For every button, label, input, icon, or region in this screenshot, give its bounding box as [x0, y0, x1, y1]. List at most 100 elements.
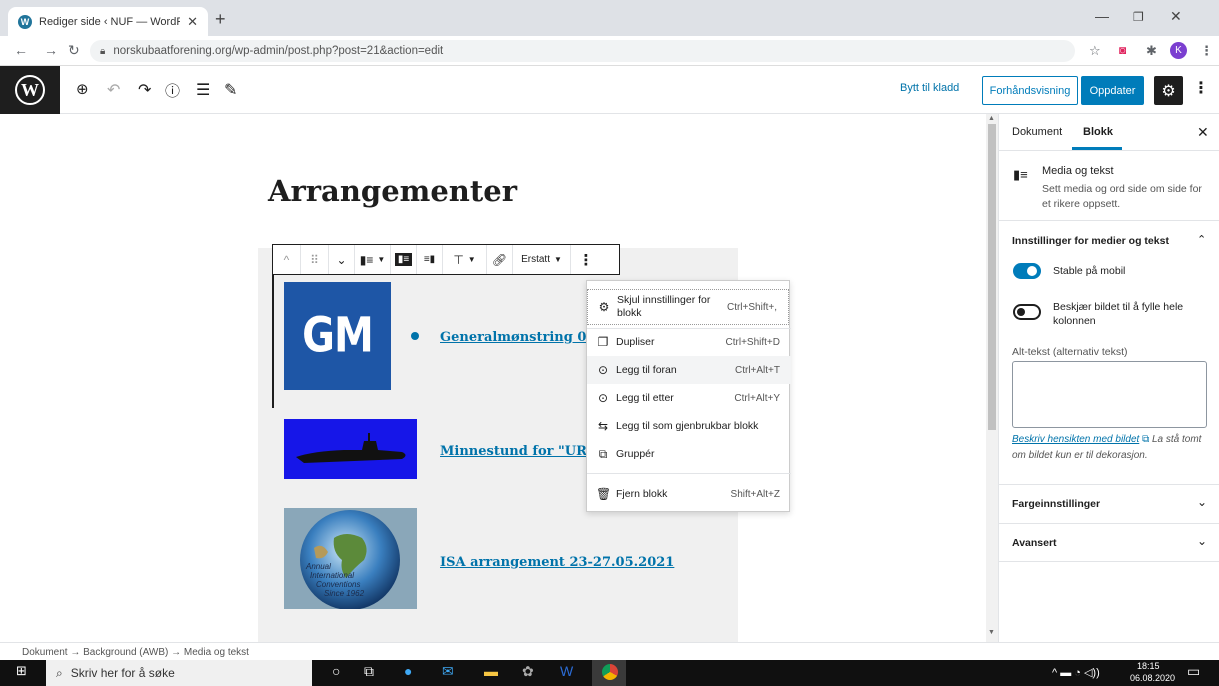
move-up-icon[interactable]: ^: [273, 245, 301, 274]
block-description: Sett media og ord side om side for et ri…: [1042, 183, 1202, 210]
menu-item-label: Dupliser: [616, 336, 655, 348]
reload-icon[interactable]: ↻: [68, 42, 80, 59]
block-type-switcher[interactable]: ▮≡ ▼: [355, 245, 391, 274]
word-icon[interactable]: W: [560, 663, 573, 679]
toggle-knob: [1017, 308, 1025, 316]
switch-to-draft-button[interactable]: Bytt til kladd: [900, 82, 959, 94]
file-explorer-icon[interactable]: ▬: [484, 663, 498, 679]
globe-caption: Annual International Conventions Since 1…: [306, 562, 364, 598]
menu-item-group[interactable]: ⧉ Gruppér: [587, 440, 791, 468]
menu-item-label: Skjul innstillinger for blokk: [617, 294, 711, 319]
replace-button[interactable]: Erstatt ▼: [513, 245, 571, 274]
editor-scrollbar-thumb[interactable]: [988, 124, 996, 430]
insert-after-icon: ⊙: [597, 391, 609, 405]
duplicate-icon: ❐: [597, 335, 609, 349]
panel-media-settings-title[interactable]: Innstillinger for medier og tekst: [1012, 235, 1169, 247]
menu-item-duplicate[interactable]: ❐ Dupliser Ctrl+Shift+D: [587, 328, 791, 356]
vertical-align-button[interactable]: ⊤ ▼: [443, 245, 487, 274]
update-button[interactable]: Oppdater: [1081, 76, 1144, 105]
forward-icon[interactable]: →: [44, 42, 58, 58]
taskbar-search-input[interactable]: ⌕ Skriv her for å søke: [46, 660, 312, 686]
globe-image[interactable]: Annual International Conventions Since 1…: [284, 508, 417, 609]
edge-icon[interactable]: ●: [404, 663, 412, 679]
outline-icon[interactable]: ☰: [196, 80, 210, 100]
mail-icon[interactable]: ✉: [442, 663, 454, 680]
globe-caption-line: Conventions: [316, 580, 361, 589]
media-left-button[interactable]: ▮≡: [391, 245, 417, 274]
menu-item-hide-settings[interactable]: ⚙ Skjul innstillinger for blokk Ctrl+Shi…: [587, 289, 789, 325]
gm-logo-image[interactable]: GM: [284, 282, 391, 390]
chevron-down-icon[interactable]: ⌄: [1197, 495, 1207, 509]
scroll-down-icon[interactable]: ▼: [988, 629, 995, 636]
page-title[interactable]: Arrangementer: [268, 174, 517, 208]
close-tab-icon[interactable]: ✕: [187, 14, 198, 30]
menu-item-label: Fjern blokk: [616, 488, 668, 500]
drag-handle-icon[interactable]: ⠿: [301, 245, 329, 274]
menu-item-add-reusable[interactable]: ⇆ Legg til som gjenbrukbar blokk: [587, 412, 791, 440]
browser-menu-icon[interactable]: ⋮: [1200, 43, 1213, 59]
restore-icon[interactable]: ❐: [1133, 10, 1144, 24]
windows-start-icon[interactable]: ⊞: [16, 663, 27, 679]
extensions-icon[interactable]: ✱: [1146, 43, 1157, 59]
chevron-down-icon[interactable]: ⌄: [1197, 534, 1207, 548]
editor-top-toolbar: W ⊕ ↶ ↷ ⓘ ☰ ✎ Bytt til kladd Forhåndsvis…: [0, 66, 1219, 114]
close-sidebar-icon[interactable]: ✕: [1197, 124, 1209, 141]
browser-tab[interactable]: W Rediger side ‹ NUF — WordPress ✕: [8, 7, 208, 36]
tools-pencil-icon[interactable]: ✎: [224, 80, 237, 100]
clock-time[interactable]: 18:15: [1137, 661, 1160, 671]
link-button[interactable]: 🔗︎: [487, 245, 513, 274]
menu-item-remove-block[interactable]: 🗑︎ Fjern blokk Shift+Alt+Z: [587, 480, 791, 508]
move-down-icon[interactable]: ⌄: [329, 245, 355, 274]
notifications-icon[interactable]: ▭: [1187, 663, 1200, 680]
wordpress-logo-button[interactable]: W: [0, 66, 60, 114]
sidebar-divider: [999, 523, 1219, 524]
menu-item-shortcut: Shift+Alt+Z: [730, 488, 780, 500]
undo-icon[interactable]: ↶: [107, 80, 120, 100]
paint-icon[interactable]: ✿: [522, 663, 534, 680]
tab-document[interactable]: Dokument: [1012, 126, 1062, 138]
tray-icons[interactable]: ^ ▬ ◔ ◁)): [1052, 666, 1100, 679]
cortana-icon[interactable]: ○: [332, 663, 340, 679]
tab-block[interactable]: Blokk: [1083, 126, 1113, 138]
panel-advanced-title[interactable]: Avansert: [1012, 537, 1057, 549]
url-input[interactable]: 🔒︎ norskubaatforening.org/wp-admin/post.…: [90, 40, 1075, 62]
clock-date[interactable]: 06.08.2020: [1130, 673, 1175, 683]
browser-tab-strip: W Rediger side ‹ NUF — WordPress ✕ + — ❐…: [0, 0, 1219, 36]
alt-purpose-link[interactable]: Beskriv hensikten med bildet: [1012, 434, 1139, 445]
bookmark-star-icon[interactable]: ☆: [1089, 43, 1101, 59]
back-icon[interactable]: ←: [14, 42, 28, 58]
block-breadcrumb[interactable]: Dokument → Background (AWB) → Media og t…: [0, 642, 1219, 660]
preview-button[interactable]: Forhåndsvisning: [982, 76, 1078, 105]
crop-fill-toggle[interactable]: [1013, 304, 1041, 320]
add-block-icon[interactable]: ⊕: [76, 80, 89, 98]
redo-icon[interactable]: ↷: [138, 80, 151, 100]
block-more-options-icon[interactable]: ⋮: [571, 245, 601, 274]
address-bar-row: ← → ↻ 🔒︎ norskubaatforening.org/wp-admin…: [0, 36, 1219, 66]
pocket-icon[interactable]: ◙: [1119, 43, 1126, 57]
menu-item-insert-after[interactable]: ⊙ Legg til etter Ctrl+Alt+Y: [587, 384, 791, 412]
menu-item-label: Legg til som gjenbrukbar blokk: [616, 420, 759, 432]
new-tab-icon[interactable]: +: [215, 9, 226, 30]
settings-gear-button[interactable]: ⚙: [1154, 76, 1183, 105]
submarine-image[interactable]: [284, 419, 417, 479]
media-right-button[interactable]: ≡▮: [417, 245, 443, 274]
panel-color-title[interactable]: Fargeinnstillinger: [1012, 498, 1100, 510]
browser-tab-title: Rediger side ‹ NUF — WordPress: [39, 15, 181, 28]
sidebar-divider: [999, 220, 1219, 221]
chevron-up-icon[interactable]: ⌃: [1197, 233, 1206, 246]
stack-mobile-toggle[interactable]: [1013, 263, 1041, 279]
event-link-1[interactable]: Generalmønstring 05.0: [440, 330, 609, 345]
minimize-icon[interactable]: —: [1095, 8, 1109, 24]
chrome-taskbar-button[interactable]: [592, 660, 626, 686]
profile-avatar[interactable]: K: [1170, 42, 1187, 59]
menu-item-insert-before[interactable]: ⊙ Legg til foran Ctrl+Alt+T: [587, 356, 791, 384]
alt-text-input[interactable]: [1012, 361, 1207, 428]
scroll-up-icon[interactable]: ▲: [988, 115, 995, 122]
task-view-icon[interactable]: ⧉: [364, 663, 374, 680]
media-left-icon: ▮≡: [394, 253, 413, 266]
event-link-3[interactable]: ISA arrangement 23-27.05.2021: [440, 555, 674, 570]
more-menu-icon[interactable]: ⋮: [1193, 78, 1209, 98]
list-bullet: [411, 332, 419, 340]
info-icon[interactable]: ⓘ: [165, 80, 180, 101]
close-window-icon[interactable]: ✕: [1170, 8, 1182, 25]
